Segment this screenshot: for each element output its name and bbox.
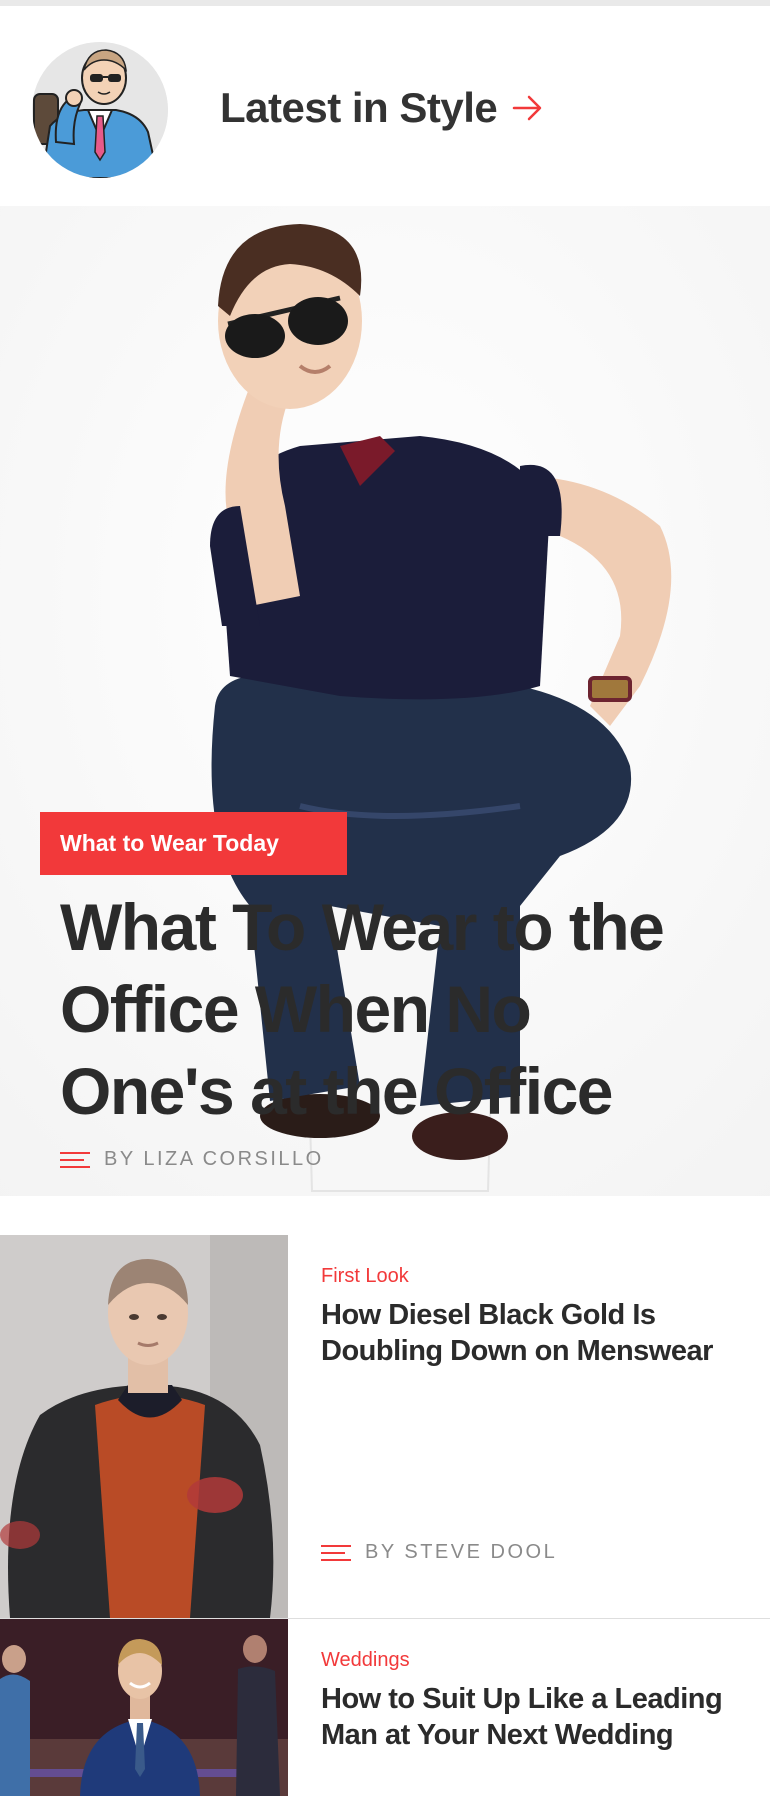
arrow-right-icon [513,95,542,121]
avatar[interactable] [32,42,168,178]
hero-headline[interactable]: What To Wear to the Office When No One's… [60,886,690,1132]
hero-byline: BY LIZA CORSILLO [60,1148,324,1171]
lines-icon [321,1544,351,1561]
hero-category-badge[interactable]: What to Wear Today [40,812,347,875]
illustrated-man-avatar-icon [32,42,168,178]
story-byline: BY STEVE DOOL [321,1541,557,1564]
hero-story[interactable]: What to Wear Today What To Wear to the O… [0,206,770,1196]
story-thumbnail[interactable] [0,1619,288,1796]
hero-byline-text: BY LIZA CORSILLO [104,1148,324,1170]
section-title-link[interactable]: Latest in Style [220,84,543,132]
story-byline-text: BY STEVE DOOL [365,1541,558,1563]
story-card[interactable]: Weddings How to Suit Up Like a Leading M… [0,1619,770,1796]
story-photo [0,1619,288,1796]
lines-icon [60,1151,90,1168]
story-photo [0,1235,288,1618]
story-thumbnail[interactable] [0,1235,288,1618]
story-kicker[interactable]: Weddings [321,1649,410,1672]
story-card[interactable]: First Look How Diesel Black Gold Is Doub… [0,1235,770,1619]
story-title[interactable]: How to Suit Up Like a Leading Man at You… [321,1681,741,1753]
story-title[interactable]: How Diesel Black Gold Is Doubling Down o… [321,1297,741,1369]
section-title: Latest in Style [220,84,498,131]
section-header: Latest in Style [0,6,770,206]
story-kicker[interactable]: First Look [321,1265,409,1288]
